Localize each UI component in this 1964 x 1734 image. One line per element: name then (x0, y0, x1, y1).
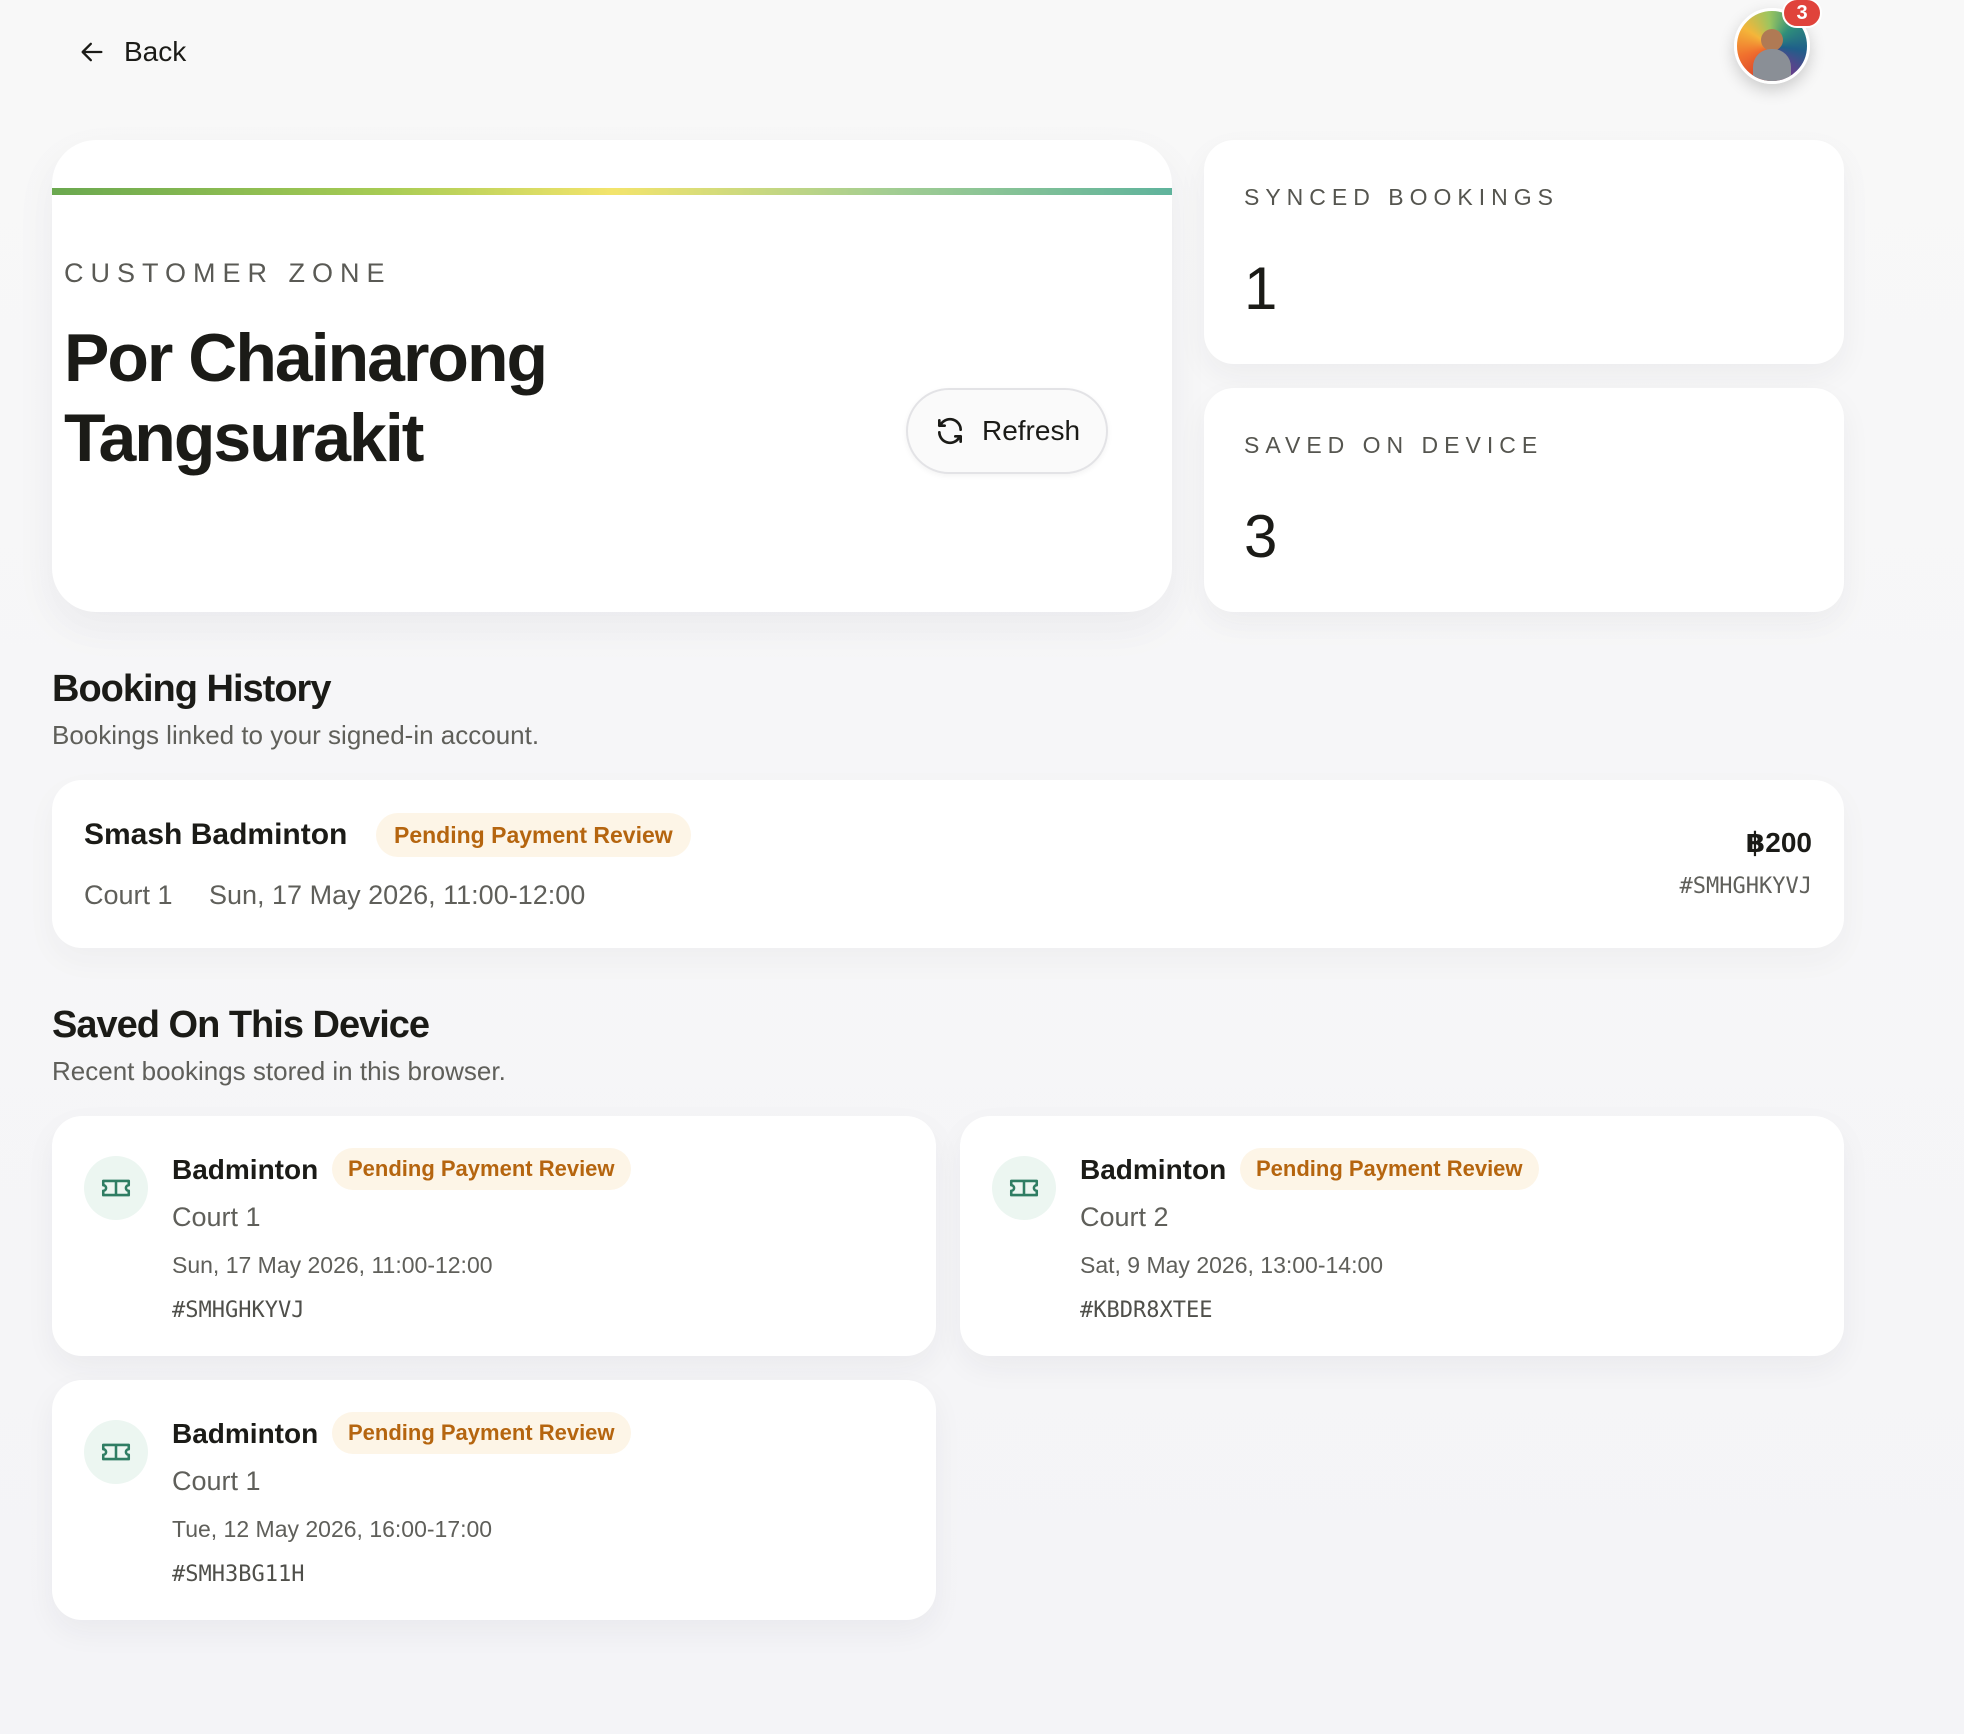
refresh-icon (937, 417, 962, 445)
stat-value: 3 (1244, 503, 1278, 570)
notification-badge: 3 (1782, 0, 1822, 28)
customer-name: Por Chainarong Tangsurakit (64, 320, 548, 476)
avatar-face (1761, 29, 1783, 51)
hero-eyebrow: CUSTOMER ZONE (64, 258, 392, 288)
booking-code: #SMHGHKYVJ (1679, 874, 1812, 899)
sport-name: Badminton (172, 1154, 319, 1185)
status-badge: Pending Payment Review (332, 1148, 631, 1190)
ticket-icon (84, 1156, 148, 1220)
arrow-left-icon (81, 42, 103, 62)
court-label: Court 1 (84, 880, 173, 910)
booking-datetime: Sat, 9 May 2026, 13:00-14:00 (1080, 1252, 1384, 1278)
saved-on-device-card: SAVED ON DEVICE 3 (1204, 388, 1844, 612)
booking-code: #SMHGHKYVJ (172, 1298, 305, 1323)
ticket-icon (992, 1156, 1056, 1220)
booking-datetime: Sun, 17 May 2026, 11:00-12:00 (172, 1252, 493, 1278)
court-label: Court 1 (172, 1202, 261, 1232)
booking-history-item[interactable]: Smash Badminton Pending Payment Review C… (52, 780, 1844, 948)
synced-bookings-card: SYNCED BOOKINGS 1 (1204, 140, 1844, 364)
saved-booking-card[interactable]: Badminton Pending Payment Review Court 1… (52, 1116, 936, 1356)
booking-price: ฿200 (1745, 827, 1812, 858)
booking-datetime: Sun, 17 May 2026, 11:00-12:00 (209, 880, 586, 910)
stat-value: 1 (1244, 255, 1278, 322)
status-badge: Pending Payment Review (332, 1412, 631, 1454)
sport-name: Badminton (1080, 1154, 1227, 1185)
refresh-button[interactable]: Refresh (906, 388, 1108, 474)
back-label: Back (124, 36, 187, 67)
venue-name: Smash Badminton (84, 818, 348, 851)
booking-history-subtitle: Bookings linked to your signed-in accoun… (52, 720, 540, 750)
booking-datetime: Tue, 12 May 2026, 16:00-17:00 (172, 1516, 493, 1542)
booking-code: #KBDR8XTEE (1080, 1298, 1213, 1323)
booking-code: #SMH3BG11H (172, 1562, 305, 1587)
stat-label: SAVED ON DEVICE (1244, 432, 1544, 458)
saved-device-subtitle: Recent bookings stored in this browser. (52, 1056, 506, 1086)
court-label: Court 1 (172, 1466, 261, 1496)
ticket-icon (84, 1420, 148, 1484)
refresh-label: Refresh (981, 415, 1081, 446)
saved-booking-card[interactable]: Badminton Pending Payment Review Court 2… (960, 1116, 1844, 1356)
status-badge: Pending Payment Review (1240, 1148, 1539, 1190)
saved-booking-card[interactable]: Badminton Pending Payment Review Court 1… (52, 1380, 936, 1620)
user-avatar-button[interactable]: 3 (1734, 0, 1822, 84)
stat-label: SYNCED BOOKINGS (1244, 184, 1559, 210)
booking-history-title: Booking History (52, 668, 331, 710)
court-label: Court 2 (1080, 1202, 1169, 1232)
status-badge: Pending Payment Review (376, 813, 691, 857)
hero-accent-stripe (52, 188, 1172, 195)
customer-zone-page: Back 3 CUSTOMER ZONE Por Chainarong Tang… (0, 0, 1964, 1734)
back-button[interactable]: Back (78, 36, 186, 68)
avatar-body (1753, 49, 1791, 81)
saved-device-title: Saved On This Device (52, 1004, 430, 1046)
sport-name: Badminton (172, 1418, 319, 1449)
